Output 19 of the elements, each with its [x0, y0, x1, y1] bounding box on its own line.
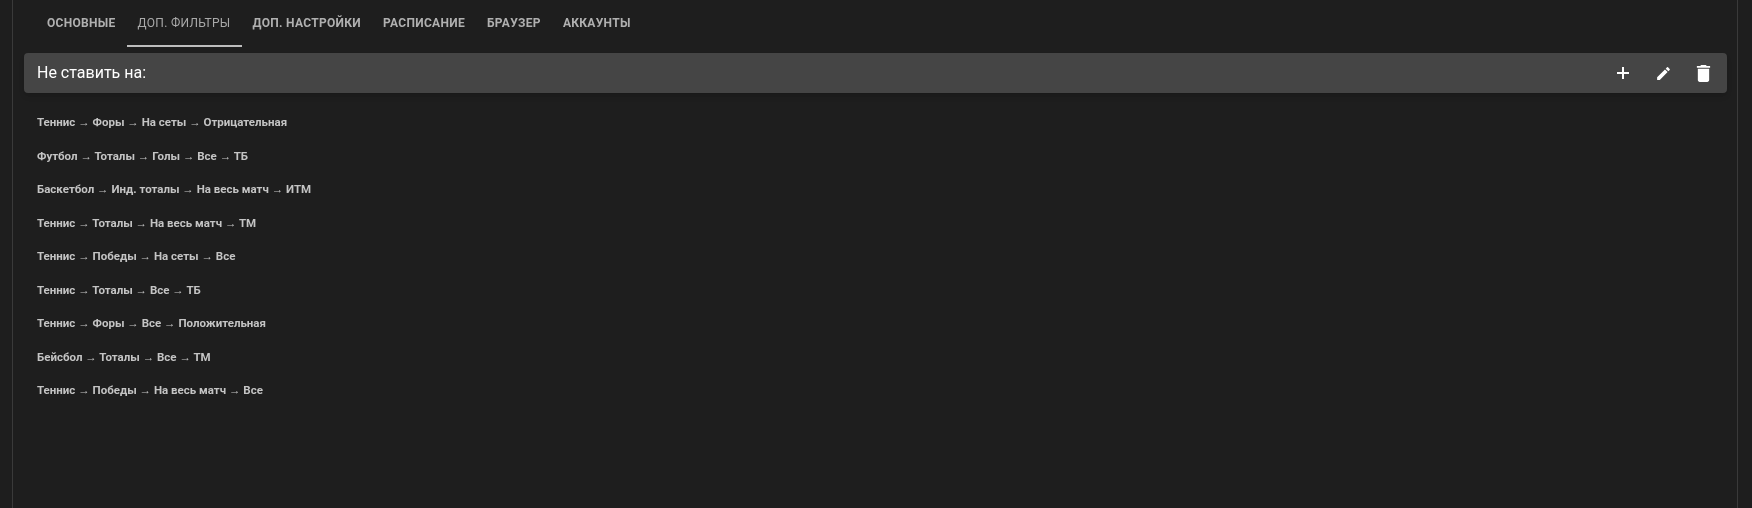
tab[interactable]: РАСПИСАНИЕ — [371, 0, 476, 47]
tab[interactable]: БРАУЗЕР — [475, 0, 552, 47]
tab[interactable]: ДОП. НАСТРОЙКИ — [241, 0, 372, 47]
plus-icon — [1616, 66, 1630, 80]
rule-text[interactable]: Теннис → Форы → Все → Положительная — [37, 315, 266, 333]
rule-text[interactable]: Теннис → Победы → На весь матч → Все — [37, 382, 263, 400]
rule-text[interactable]: Теннис → Тоталы → Все → ТБ — [37, 281, 201, 299]
tab[interactable]: ДОП. ФИЛЬТРЫ — [126, 0, 242, 47]
tab[interactable]: АККАУНТЫ — [551, 0, 642, 47]
toolbar-title: Не ставить на: — [37, 62, 147, 84]
pencil-icon — [1654, 64, 1672, 82]
rule-text[interactable]: Теннис → Форы → На сеты → Отрицательная — [37, 114, 288, 132]
trash-icon — [1695, 64, 1711, 82]
rule-text[interactable]: Баскетбол → Инд. тоталы → На весь матч → ИТМ — [37, 181, 312, 199]
rule-text[interactable]: Теннис → Тоталы → На весь матч → ТМ — [37, 214, 257, 232]
rule-text[interactable]: Бейсбол → Тоталы → Все → ТМ — [37, 348, 211, 366]
tab[interactable]: ОСНОВНЫЕ — [36, 0, 127, 47]
rule-text[interactable]: Футбол → Тоталы → Голы → Все → ТБ — [37, 147, 249, 165]
rule-text[interactable]: Теннис → Победы → На сеты → Все — [37, 248, 236, 266]
